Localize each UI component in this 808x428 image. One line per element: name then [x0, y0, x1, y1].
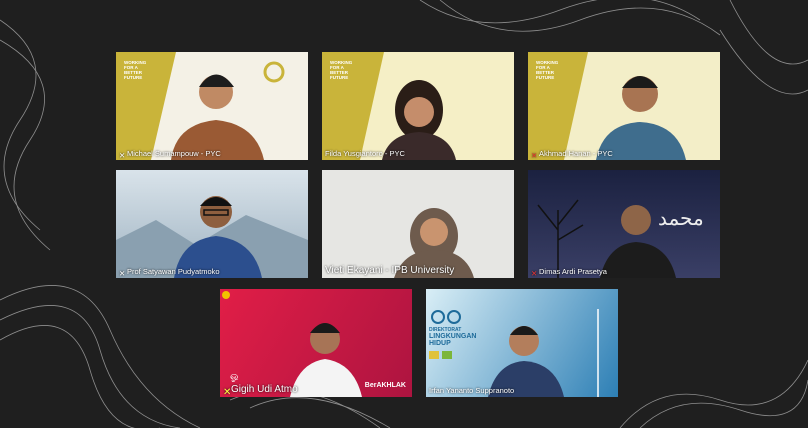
participant-name: ✕ Akhmad Hanan - PYC — [531, 149, 613, 160]
berakhlak-logo: BerAKHLAK — [364, 382, 406, 389]
participant-avatar — [394, 208, 474, 278]
video-tile-5[interactable]: Vieti Ekayani - IPB University — [322, 170, 514, 278]
video-tile-6[interactable]: محمد ✕ Dimas Ardi Prasetya — [528, 170, 720, 278]
participant-name: ✕ Prof Satyawan Pudyatmoko — [119, 267, 220, 278]
participant-avatar: ஓ — [222, 291, 362, 397]
svg-text:محمد: محمد — [658, 206, 704, 230]
participant-name: ✕ Dimas Ardi Prasetya — [531, 267, 607, 278]
participant-name: Vieti Ekayani - IPB University — [325, 265, 455, 276]
muted-mic-icon: ✕ — [531, 150, 538, 160]
participant-name: ✕ Gigih Udi Atmo — [223, 384, 298, 398]
muted-mic-icon: ✕ — [531, 268, 538, 278]
video-tile-8[interactable]: DIREKTORAT LINGKUNGAN HIDUP Irfan Yananto… — [426, 289, 618, 397]
video-tile-2[interactable]: WORKING FOR A BETTER FUTURE Filda Yusgianto… — [322, 52, 514, 160]
participant-avatar — [382, 80, 456, 160]
muted-mic-icon: ✕ — [119, 150, 126, 160]
participant-avatar — [596, 76, 686, 160]
video-tile-3[interactable]: WORKING FOR A BETTER FUTURE ✕ Akhmad Hanan -… — [528, 52, 720, 160]
video-tile-1[interactable]: WORKING FOR A BETTER FUTURE ✕ Michael Sumamp… — [116, 52, 308, 160]
participant-avatar — [116, 196, 308, 278]
participant-avatar — [171, 61, 285, 160]
participant-name: Irfan Yananto Suppranoto — [429, 386, 515, 395]
participant-name: ✕ Michael Sumampouw - PYC — [119, 149, 221, 160]
svg-text:ஓ: ஓ — [230, 371, 238, 382]
muted-mic-icon: ✕ — [119, 268, 126, 278]
slide-subtitle: LINGKUNGAN HIDUP — [429, 333, 477, 347]
muted-mic-icon: ✕ — [223, 386, 232, 398]
video-tile-4[interactable]: ✕ Prof Satyawan Pudyatmoko — [116, 170, 308, 278]
video-tile-7[interactable]: ஓ BerAKHLAK ✕ Gigih Udi Atmo — [220, 289, 412, 397]
participant-avatar: محمد — [537, 199, 704, 278]
participant-name: Filda Yusgiantoro - PYC — [325, 149, 405, 158]
